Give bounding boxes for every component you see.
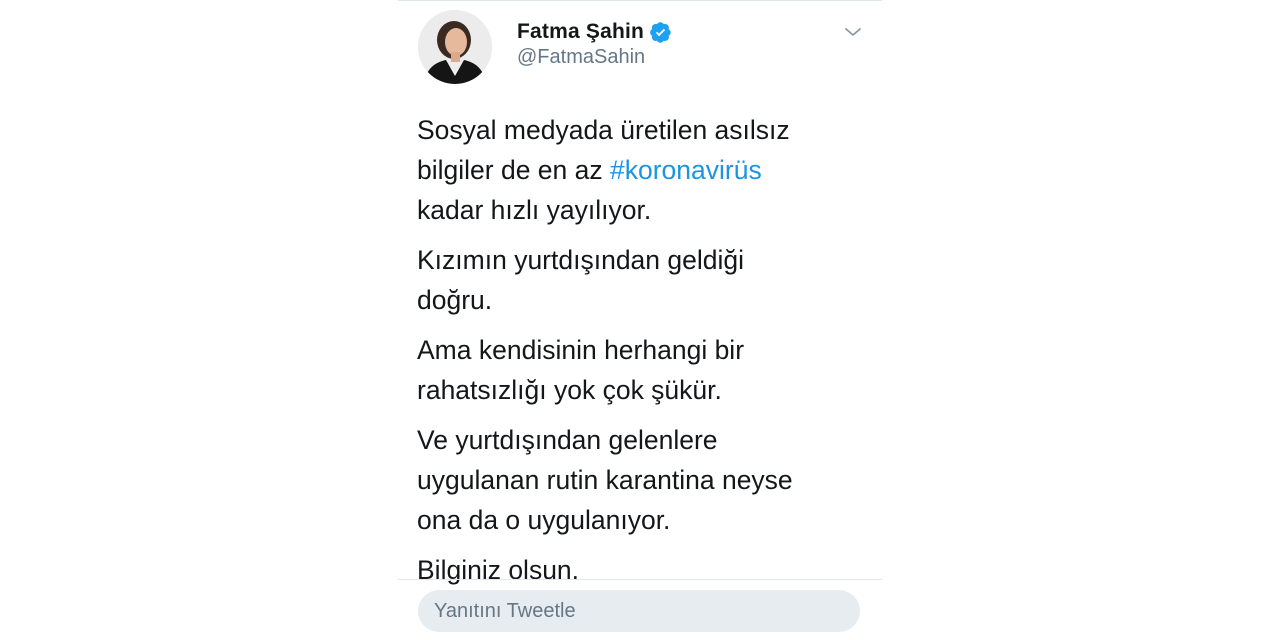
tweet-paragraph: Sosyal medyada üretilen asılsız bilgiler…	[417, 110, 867, 230]
author-handle[interactable]: @FatmaSahin	[517, 46, 645, 69]
page: Fatma Şahin @FatmaSahin Sosyal medyada ü…	[0, 0, 1280, 640]
tweet-screen: Fatma Şahin @FatmaSahin Sosyal medyada ü…	[398, 0, 882, 640]
reply-divider	[398, 579, 882, 580]
tweet-paragraph: Ve yurtdışından gelenlere uygulanan ruti…	[417, 420, 867, 540]
reply-input[interactable]: Yanıtını Tweetle	[418, 590, 860, 632]
hashtag-link[interactable]: #koronavirüs	[610, 155, 762, 185]
chevron-down-icon[interactable]	[842, 24, 864, 40]
reply-placeholder: Yanıtını Tweetle	[434, 599, 576, 622]
avatar[interactable]	[418, 10, 492, 84]
tweet-line: Kızımın yurtdışından geldiği	[417, 245, 745, 275]
tweet-header: Fatma Şahin @FatmaSahin	[398, 0, 882, 100]
tweet-line: rahatsızlığı yok çok şükür.	[417, 375, 722, 405]
profile-photo-icon	[418, 10, 492, 84]
tweet-text: Sosyal medyada üretilen asılsız bilgiler…	[417, 110, 867, 600]
author-display-name[interactable]: Fatma Şahin	[517, 20, 644, 44]
author-name-row: Fatma Şahin	[517, 19, 672, 45]
tweet-line: doğru.	[417, 285, 493, 315]
tweet-paragraph: Kızımın yurtdışından geldiği doğru.	[417, 240, 867, 320]
tweet-line: bilgiler de en az	[417, 155, 610, 185]
tweet-line: Ama kendisinin herhangi bir	[417, 335, 745, 365]
tweet-paragraph: Bilginiz olsun.	[417, 550, 867, 590]
tweet-line: Bilginiz olsun.	[417, 555, 580, 585]
tweet-line: kadar hızlı yayılıyor.	[417, 195, 652, 225]
tweet-line: Sosyal medyada üretilen asılsız	[417, 115, 790, 145]
tweet-line: Ve yurtdışından gelenlere	[417, 425, 718, 455]
tweet-line: uygulanan rutin karantina neyse	[417, 465, 793, 495]
tweet-paragraph: Ama kendisinin herhangi bir rahatsızlığı…	[417, 330, 867, 410]
tweet-line: ona da o uygulanıyor.	[417, 505, 671, 535]
verified-badge-icon	[650, 22, 671, 43]
